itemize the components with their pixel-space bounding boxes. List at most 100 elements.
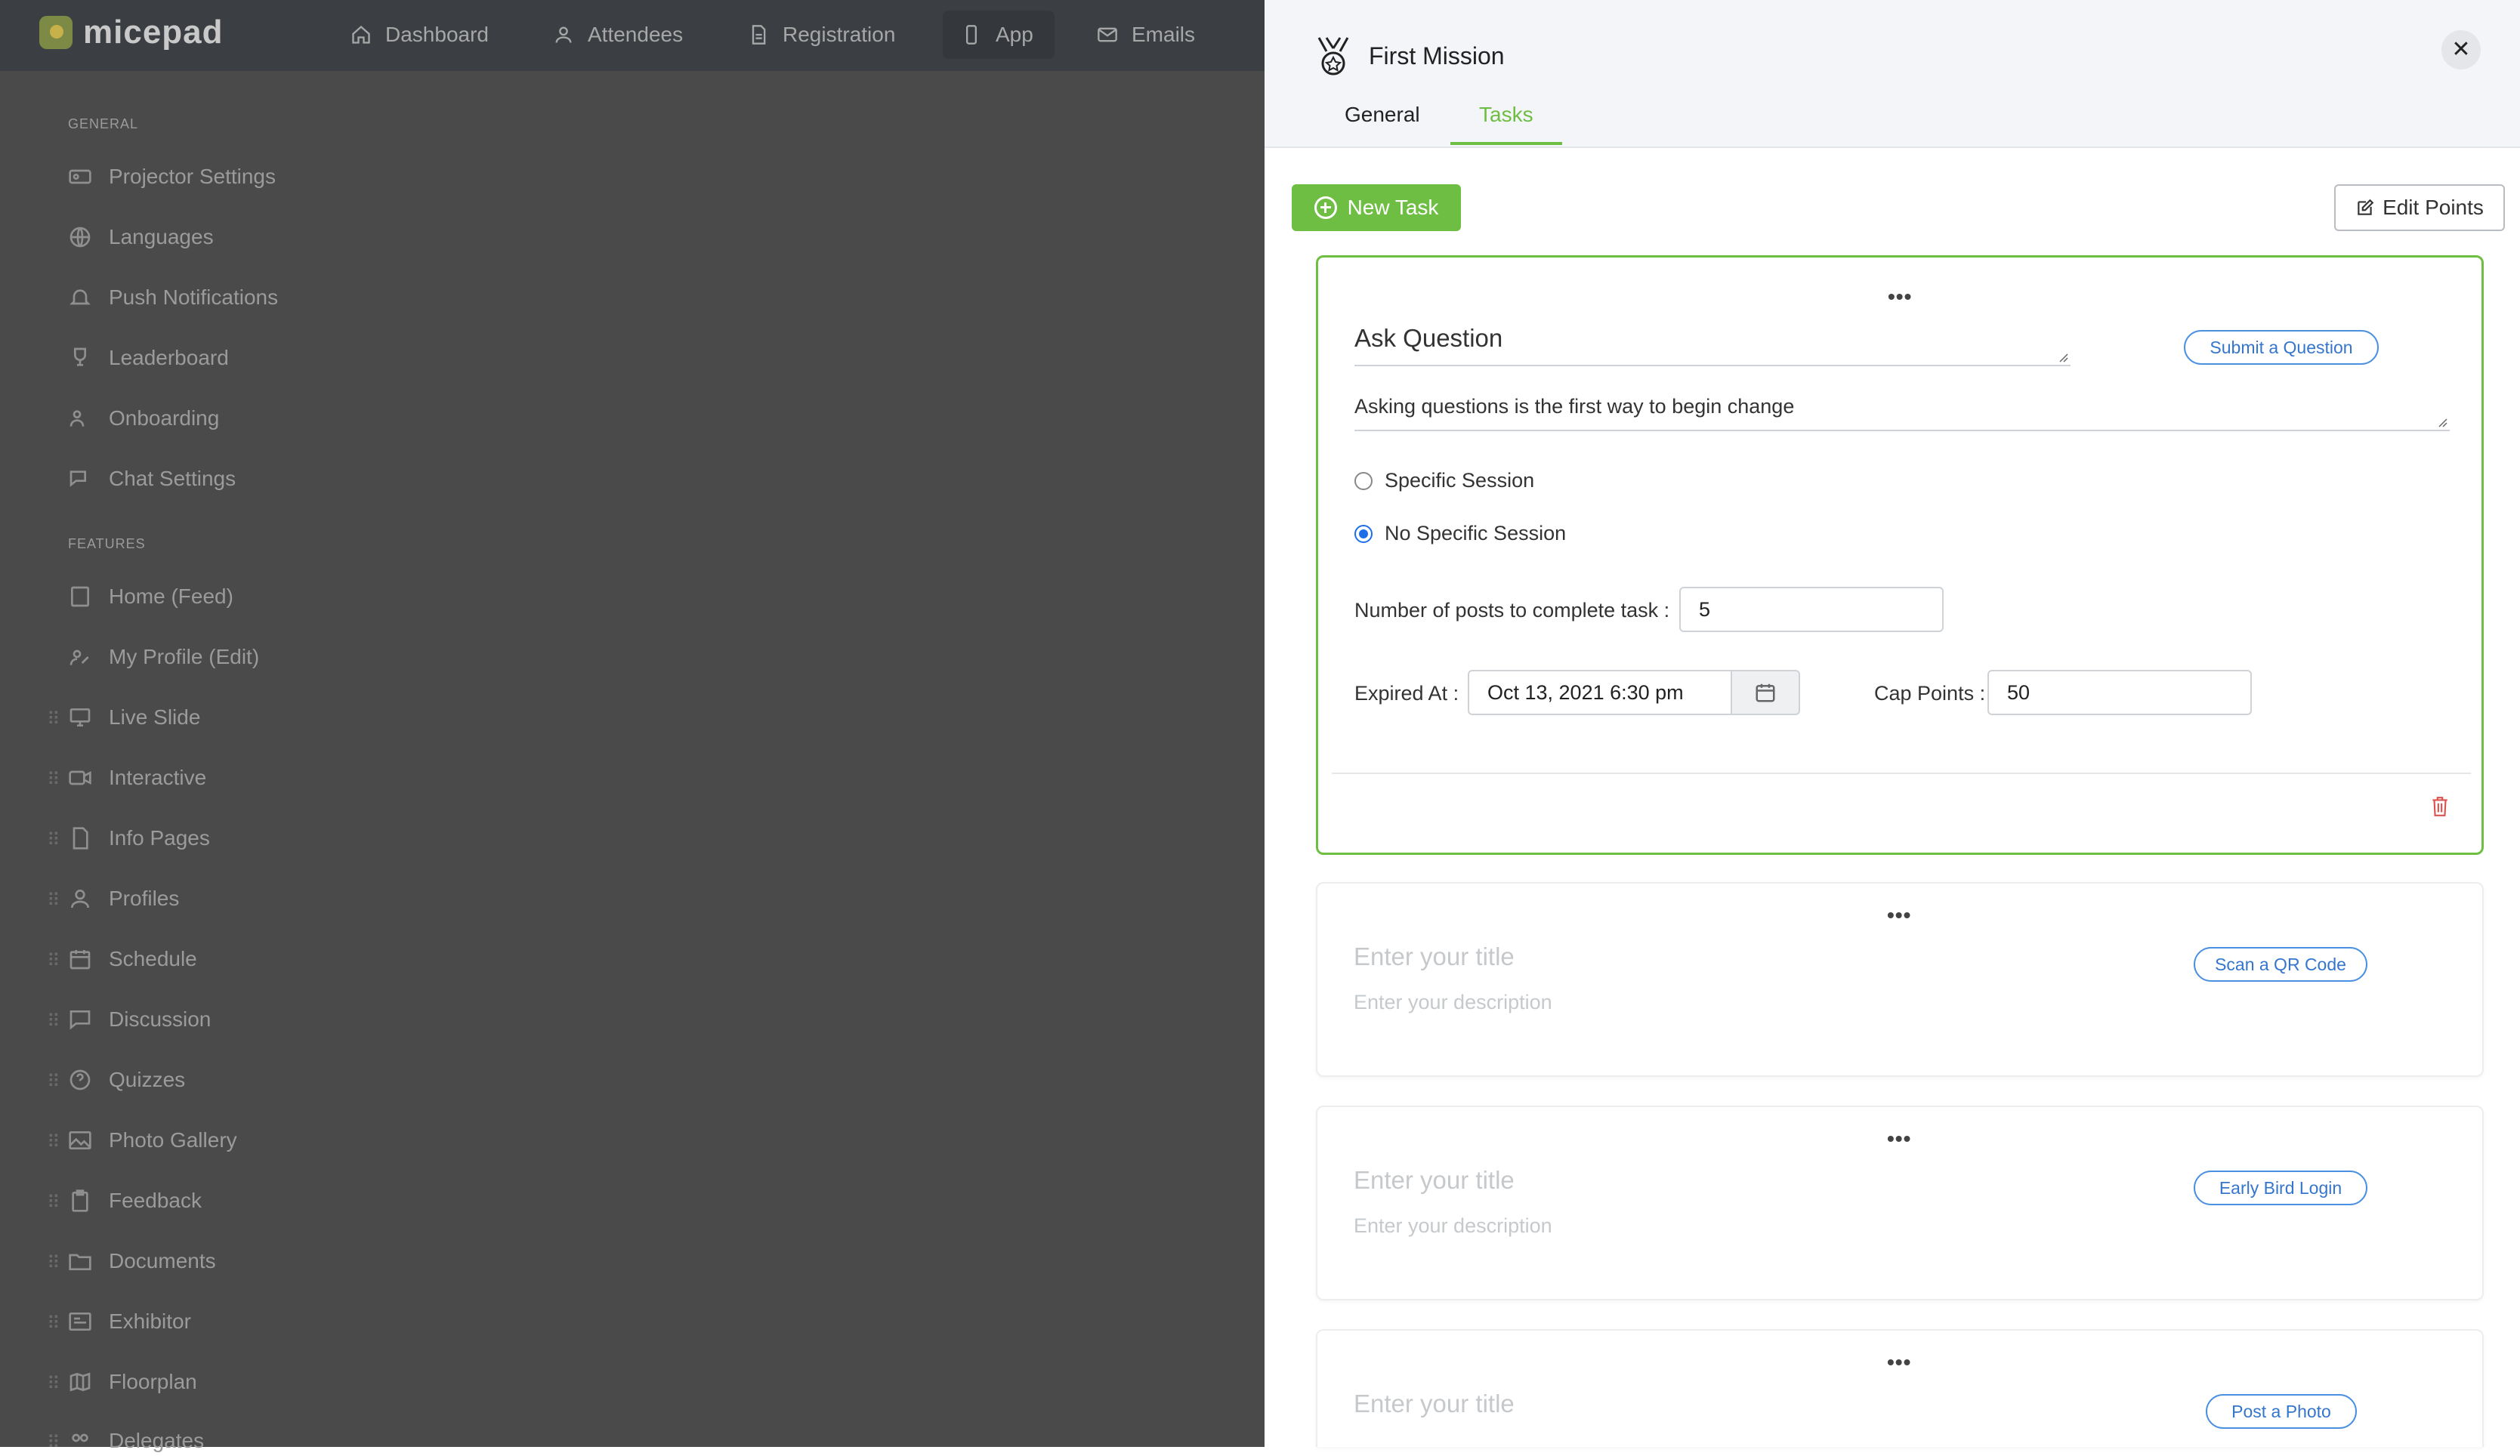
close-button[interactable]: ✕ — [2441, 30, 2481, 69]
nav-attendees[interactable]: Attendees — [553, 18, 683, 51]
radio-no-specific-session[interactable]: No Specific Session — [1354, 522, 1566, 545]
drag-handle-icon[interactable]: ⠿ — [47, 1134, 60, 1152]
task-type-badge[interactable]: Post a Photo — [2206, 1394, 2357, 1429]
resize-handle-icon[interactable] — [2438, 418, 2448, 428]
drag-handle-icon[interactable]: ⠿ — [47, 1254, 60, 1272]
tab-tasks[interactable]: Tasks — [1479, 103, 1533, 127]
task-type-badge[interactable]: Early Bird Login — [2194, 1171, 2367, 1205]
drag-handle-icon[interactable]: ⠿ — [47, 1194, 60, 1212]
sidebar-item-projector-settings[interactable]: Projector Settings — [68, 162, 276, 192]
chat-icon — [69, 470, 86, 487]
task-card: ••• Enter your title Enter your descript… — [1316, 1106, 2484, 1300]
expired-at-input[interactable]: Oct 13, 2021 6:30 pm — [1468, 670, 1732, 715]
drag-handle-icon[interactable]: ⠿ — [47, 771, 60, 789]
drag-handle-icon[interactable]: ⠿ — [47, 711, 60, 729]
task-card: ••• Enter your title Enter your descript… — [1316, 882, 2484, 1077]
sidebar-item-photo-gallery[interactable]: Photo Gallery — [68, 1125, 237, 1155]
sidebar-item-profiles[interactable]: Profiles — [68, 884, 179, 914]
sidebar-item-onboarding[interactable]: Onboarding — [68, 403, 219, 433]
mission-drawer: First Mission ✕ General Tasks New Task E… — [1265, 0, 2520, 1447]
feed-icon — [71, 586, 89, 607]
cap-points-input[interactable]: 50 — [1987, 670, 2252, 715]
sidebar-heading-features: FEATURES — [68, 536, 146, 551]
drag-menu-icon[interactable]: ••• — [1887, 903, 1911, 927]
delegates-icon — [72, 1433, 88, 1442]
drag-handle-icon[interactable]: ⠿ — [47, 1315, 60, 1333]
cap-points-label: Cap Points : — [1874, 682, 1986, 705]
posts-count-input[interactable]: 5 — [1679, 587, 1944, 632]
task-title-input[interactable]: Enter your title — [1354, 942, 1515, 971]
calendar-icon — [1756, 683, 1775, 702]
date-picker-button[interactable] — [1731, 670, 1800, 715]
nav-dashboard[interactable]: Dashboard — [351, 18, 489, 51]
sidebar-item-quizzes[interactable]: Quizzes — [68, 1065, 185, 1095]
map-icon — [69, 1372, 91, 1392]
task-description-input[interactable]: Enter your description — [1354, 1214, 1552, 1238]
app-logo[interactable]: micepad — [39, 14, 224, 51]
drag-menu-icon[interactable]: ••• — [1888, 285, 1912, 309]
resize-handle-icon[interactable] — [2058, 353, 2069, 363]
modal-overlay[interactable] — [370, 71, 1265, 1447]
nav-app[interactable]: App — [961, 18, 1033, 51]
task-title-input[interactable]: Enter your title — [1354, 1390, 1515, 1418]
profile-edit-icon — [69, 649, 89, 665]
task-description-input[interactable]: Asking questions is the first way to beg… — [1354, 395, 1794, 418]
drag-menu-icon[interactable]: ••• — [1887, 1127, 1911, 1151]
task-title-input[interactable]: Ask Question — [1354, 324, 1502, 353]
drag-handle-icon[interactable]: ⠿ — [47, 952, 60, 970]
drag-handle-icon[interactable]: ⠿ — [47, 831, 60, 850]
drag-handle-icon[interactable]: ⠿ — [47, 1434, 60, 1452]
task-card: ••• Ask Question Submit a Question Askin… — [1316, 255, 2484, 855]
task-type-badge[interactable]: Submit a Question — [2184, 330, 2379, 365]
radio-button[interactable] — [1354, 471, 1373, 490]
sidebar-item-leaderboard[interactable]: Leaderboard — [68, 343, 229, 373]
drag-menu-icon[interactable]: ••• — [1887, 1350, 1911, 1374]
radio-specific-session[interactable]: Specific Session — [1354, 469, 1534, 492]
logo-text: micepad — [83, 14, 224, 51]
drag-handle-icon[interactable]: ⠿ — [47, 1073, 60, 1091]
projector-icon — [69, 169, 91, 184]
nav-registration[interactable]: Registration — [748, 18, 895, 51]
tab-general[interactable]: General — [1345, 103, 1420, 127]
sidebar-item-home-feed[interactable]: Home (Feed) — [68, 581, 233, 612]
active-tab-indicator — [1450, 142, 1562, 145]
video-icon — [69, 770, 91, 785]
card-divider — [1332, 773, 2471, 774]
discussion-icon — [69, 1010, 91, 1030]
page-icon — [73, 827, 88, 850]
task-type-badge[interactable]: Scan a QR Code — [2194, 947, 2367, 982]
mobile-icon — [966, 25, 977, 45]
sidebar-item-floorplan[interactable]: Floorplan — [68, 1367, 197, 1397]
sidebar-item-feedback[interactable]: Feedback — [68, 1186, 202, 1216]
nav-emails[interactable]: Emails — [1097, 18, 1195, 51]
trash-icon[interactable] — [2430, 795, 2450, 818]
new-task-button[interactable]: New Task — [1292, 184, 1461, 231]
drag-handle-icon[interactable]: ⠿ — [47, 892, 60, 910]
sidebar-item-delegates[interactable]: Delegates — [68, 1426, 204, 1456]
sidebar-item-discussion[interactable]: Discussion — [68, 1004, 211, 1035]
globe-icon — [69, 227, 91, 248]
edit-points-button[interactable]: Edit Points — [2334, 184, 2505, 231]
calendar-icon — [69, 950, 91, 970]
sidebar-item-push-notifications[interactable]: Push Notifications — [68, 282, 278, 313]
sidebar-item-info-pages[interactable]: Info Pages — [68, 823, 210, 853]
sidebar-item-schedule[interactable]: Schedule — [68, 944, 197, 974]
task-title-input[interactable]: Enter your title — [1354, 1166, 1515, 1195]
description-underline — [1354, 430, 2450, 431]
person-icon — [71, 890, 89, 908]
sidebar-item-my-profile[interactable]: My Profile (Edit) — [68, 642, 259, 672]
task-description-input[interactable]: Enter your description — [1354, 991, 1552, 1014]
drag-handle-icon[interactable]: ⠿ — [47, 1375, 60, 1393]
sidebar-item-languages[interactable]: Languages — [68, 222, 214, 252]
sidebar-item-documents[interactable]: Documents — [68, 1246, 216, 1276]
gallery-icon — [69, 1131, 91, 1149]
expired-at-label: Expired At : — [1354, 682, 1459, 705]
drag-handle-icon[interactable]: ⠿ — [47, 1013, 60, 1031]
bell-icon — [69, 289, 91, 305]
sidebar-item-interactive[interactable]: Interactive — [68, 763, 206, 793]
sidebar-item-exhibitor[interactable]: Exhibitor — [68, 1306, 191, 1337]
radio-button-selected[interactable] — [1354, 524, 1373, 543]
folder-icon — [69, 1254, 91, 1270]
sidebar-item-live-slide[interactable]: Live Slide — [68, 702, 200, 733]
sidebar-item-chat-settings[interactable]: Chat Settings — [68, 464, 236, 494]
